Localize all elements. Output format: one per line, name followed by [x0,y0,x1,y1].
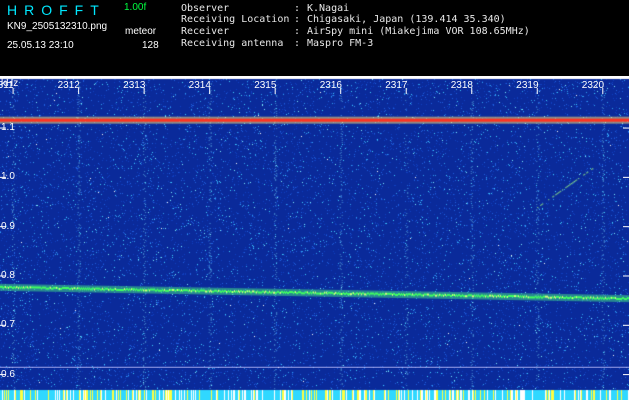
x-tick-label: 2313 [123,80,146,91]
x-tick-label: 2320 [581,80,605,91]
antenna-key: Receiving antenna [181,38,284,49]
observer-value: K.Nagai [307,3,350,14]
receiver-value: AirSpy mini (Miakejima VOR 108.65MHz) [307,26,530,37]
observer-key: Observer [181,3,230,14]
meteor-label: meteor [125,26,157,37]
y-tick-label: 1.1 [1,122,15,134]
receiver-key: Receiver [181,26,230,37]
receiver-colon: : [294,26,301,37]
location-value: Chigasaki, Japan (139.414 35.340) [307,14,506,25]
antenna-colon: : [294,38,301,49]
y-tick-label: 0.9 [1,220,15,232]
location-colon: : [294,14,301,25]
y-tick-label: 0.7 [1,319,15,331]
x-tick-label: 2315 [254,80,277,91]
file-name: KN9_2505132310.png [7,21,108,32]
spectrogram-axes [0,88,629,376]
x-tick-label: 2318 [450,80,473,91]
app-version: 1.00f [124,2,147,13]
x-tick-label: 2316 [319,80,342,91]
observer-colon: : [294,3,301,14]
antenna-value: Maspro FM-3 [307,38,374,49]
x-tick-label: 2319 [516,80,539,91]
x-tick-label: 2314 [188,80,211,91]
y-tick-label: 1.0 [1,171,15,183]
x-tick-label: 2312 [57,80,80,91]
y-tick-label: 0.6 [1,368,15,380]
y-tick-label: 0.8 [1,269,15,281]
x-tick-label: 2311 [0,80,14,91]
location-key: Receiving Location [181,14,290,25]
header-panel: HROFFT 1.00f KN9_2505132310.png meteor 2… [0,0,629,76]
x-tick-label: 2317 [385,80,408,91]
meteor-count: 128 [142,40,159,51]
timestamp: 25.05.13 23:10 [7,40,74,51]
app-title: HROFFT [7,2,106,18]
spectrogram: kHz 1.11.00.90.80.70.6 23112312231323142… [0,76,629,400]
